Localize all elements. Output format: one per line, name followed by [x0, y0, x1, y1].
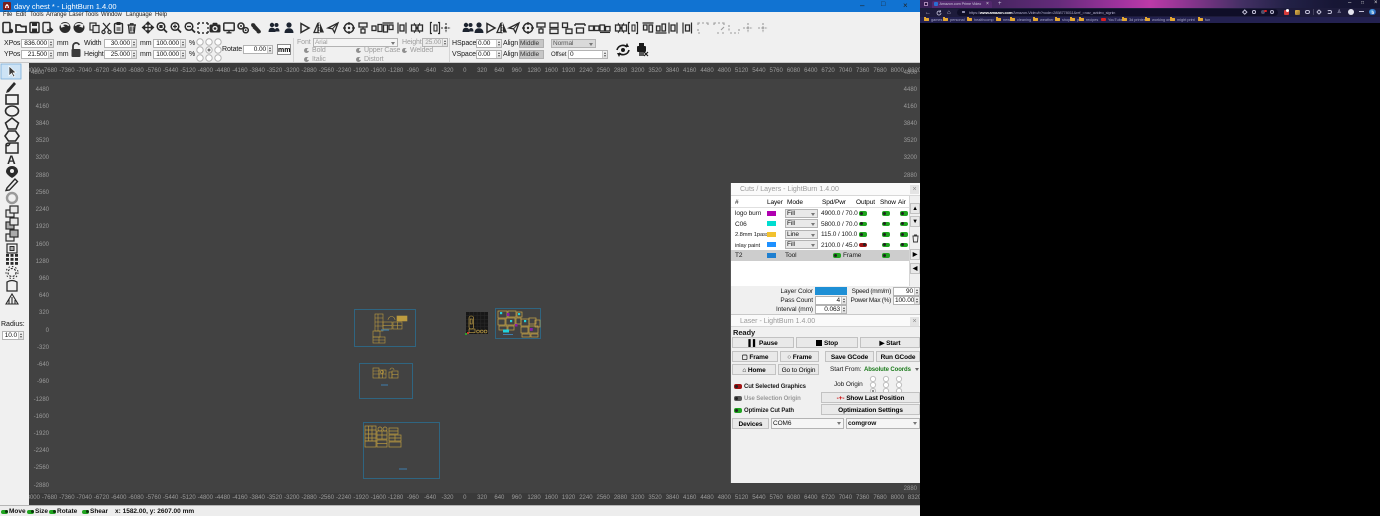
svg-text:A: A [7, 153, 16, 167]
